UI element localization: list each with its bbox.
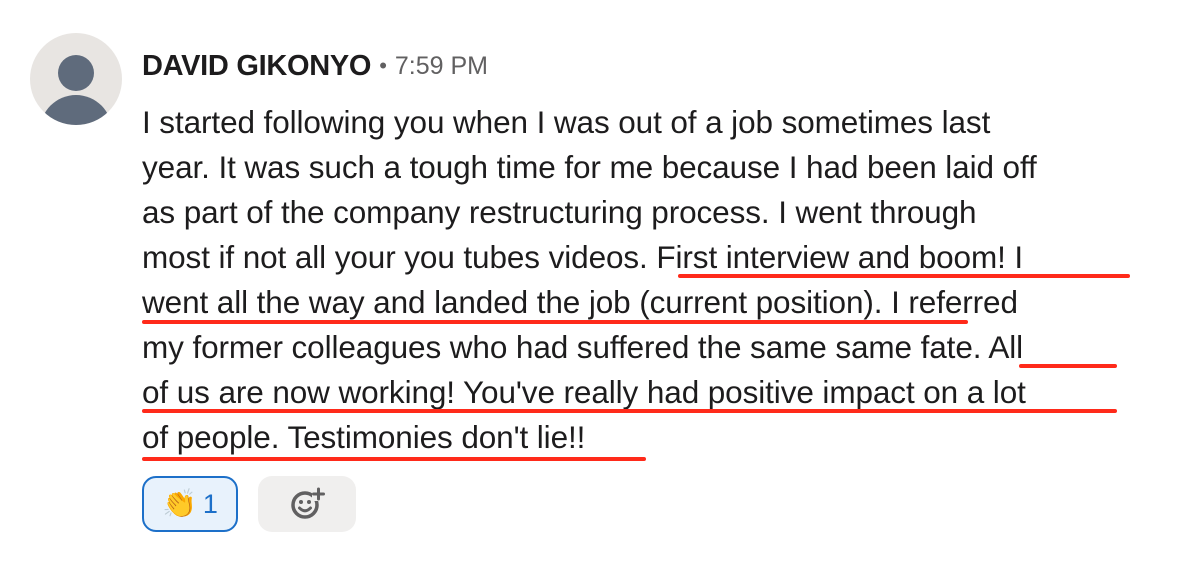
reaction-count: 1 [202,488,218,519]
message-body: I started following you when I was out o… [142,100,1142,461]
message-line: of people. Testimonies don't lie!! [142,419,586,455]
add-emoji-icon [291,487,325,519]
chat-message: DAVID GIKONYO • 7:59 PM I started follow… [0,0,1190,562]
highlight-underline [142,320,968,324]
highlight-underline [142,457,646,461]
message-header: DAVID GIKONYO • 7:59 PM [142,46,488,86]
author-name[interactable]: DAVID GIKONYO [142,50,372,83]
avatar-head [58,55,94,91]
highlight-underline [142,409,1117,413]
message-timestamp[interactable]: 7:59 PM [395,52,488,81]
avatar-shoulders [40,95,112,125]
avatar[interactable] [30,33,122,125]
message-line: year. It was such a tough time for me be… [142,149,1037,185]
message-line: as part of the company restructuring pro… [142,194,977,230]
message-line: I started following you when I was out o… [142,104,991,140]
highlight-underline [678,274,1130,278]
add-reaction-button[interactable] [258,476,356,532]
clapping-hands-icon: 👏 [162,487,197,520]
highlight-underline [1019,364,1117,368]
message-line: went all the way and landed the job (cur… [142,284,1018,320]
header-separator: • [379,53,387,78]
reactions-bar: 👏 1 [142,476,356,532]
reaction-clap[interactable]: 👏 1 [142,476,238,532]
message-line: my former colleagues who had suffered th… [142,329,1024,365]
